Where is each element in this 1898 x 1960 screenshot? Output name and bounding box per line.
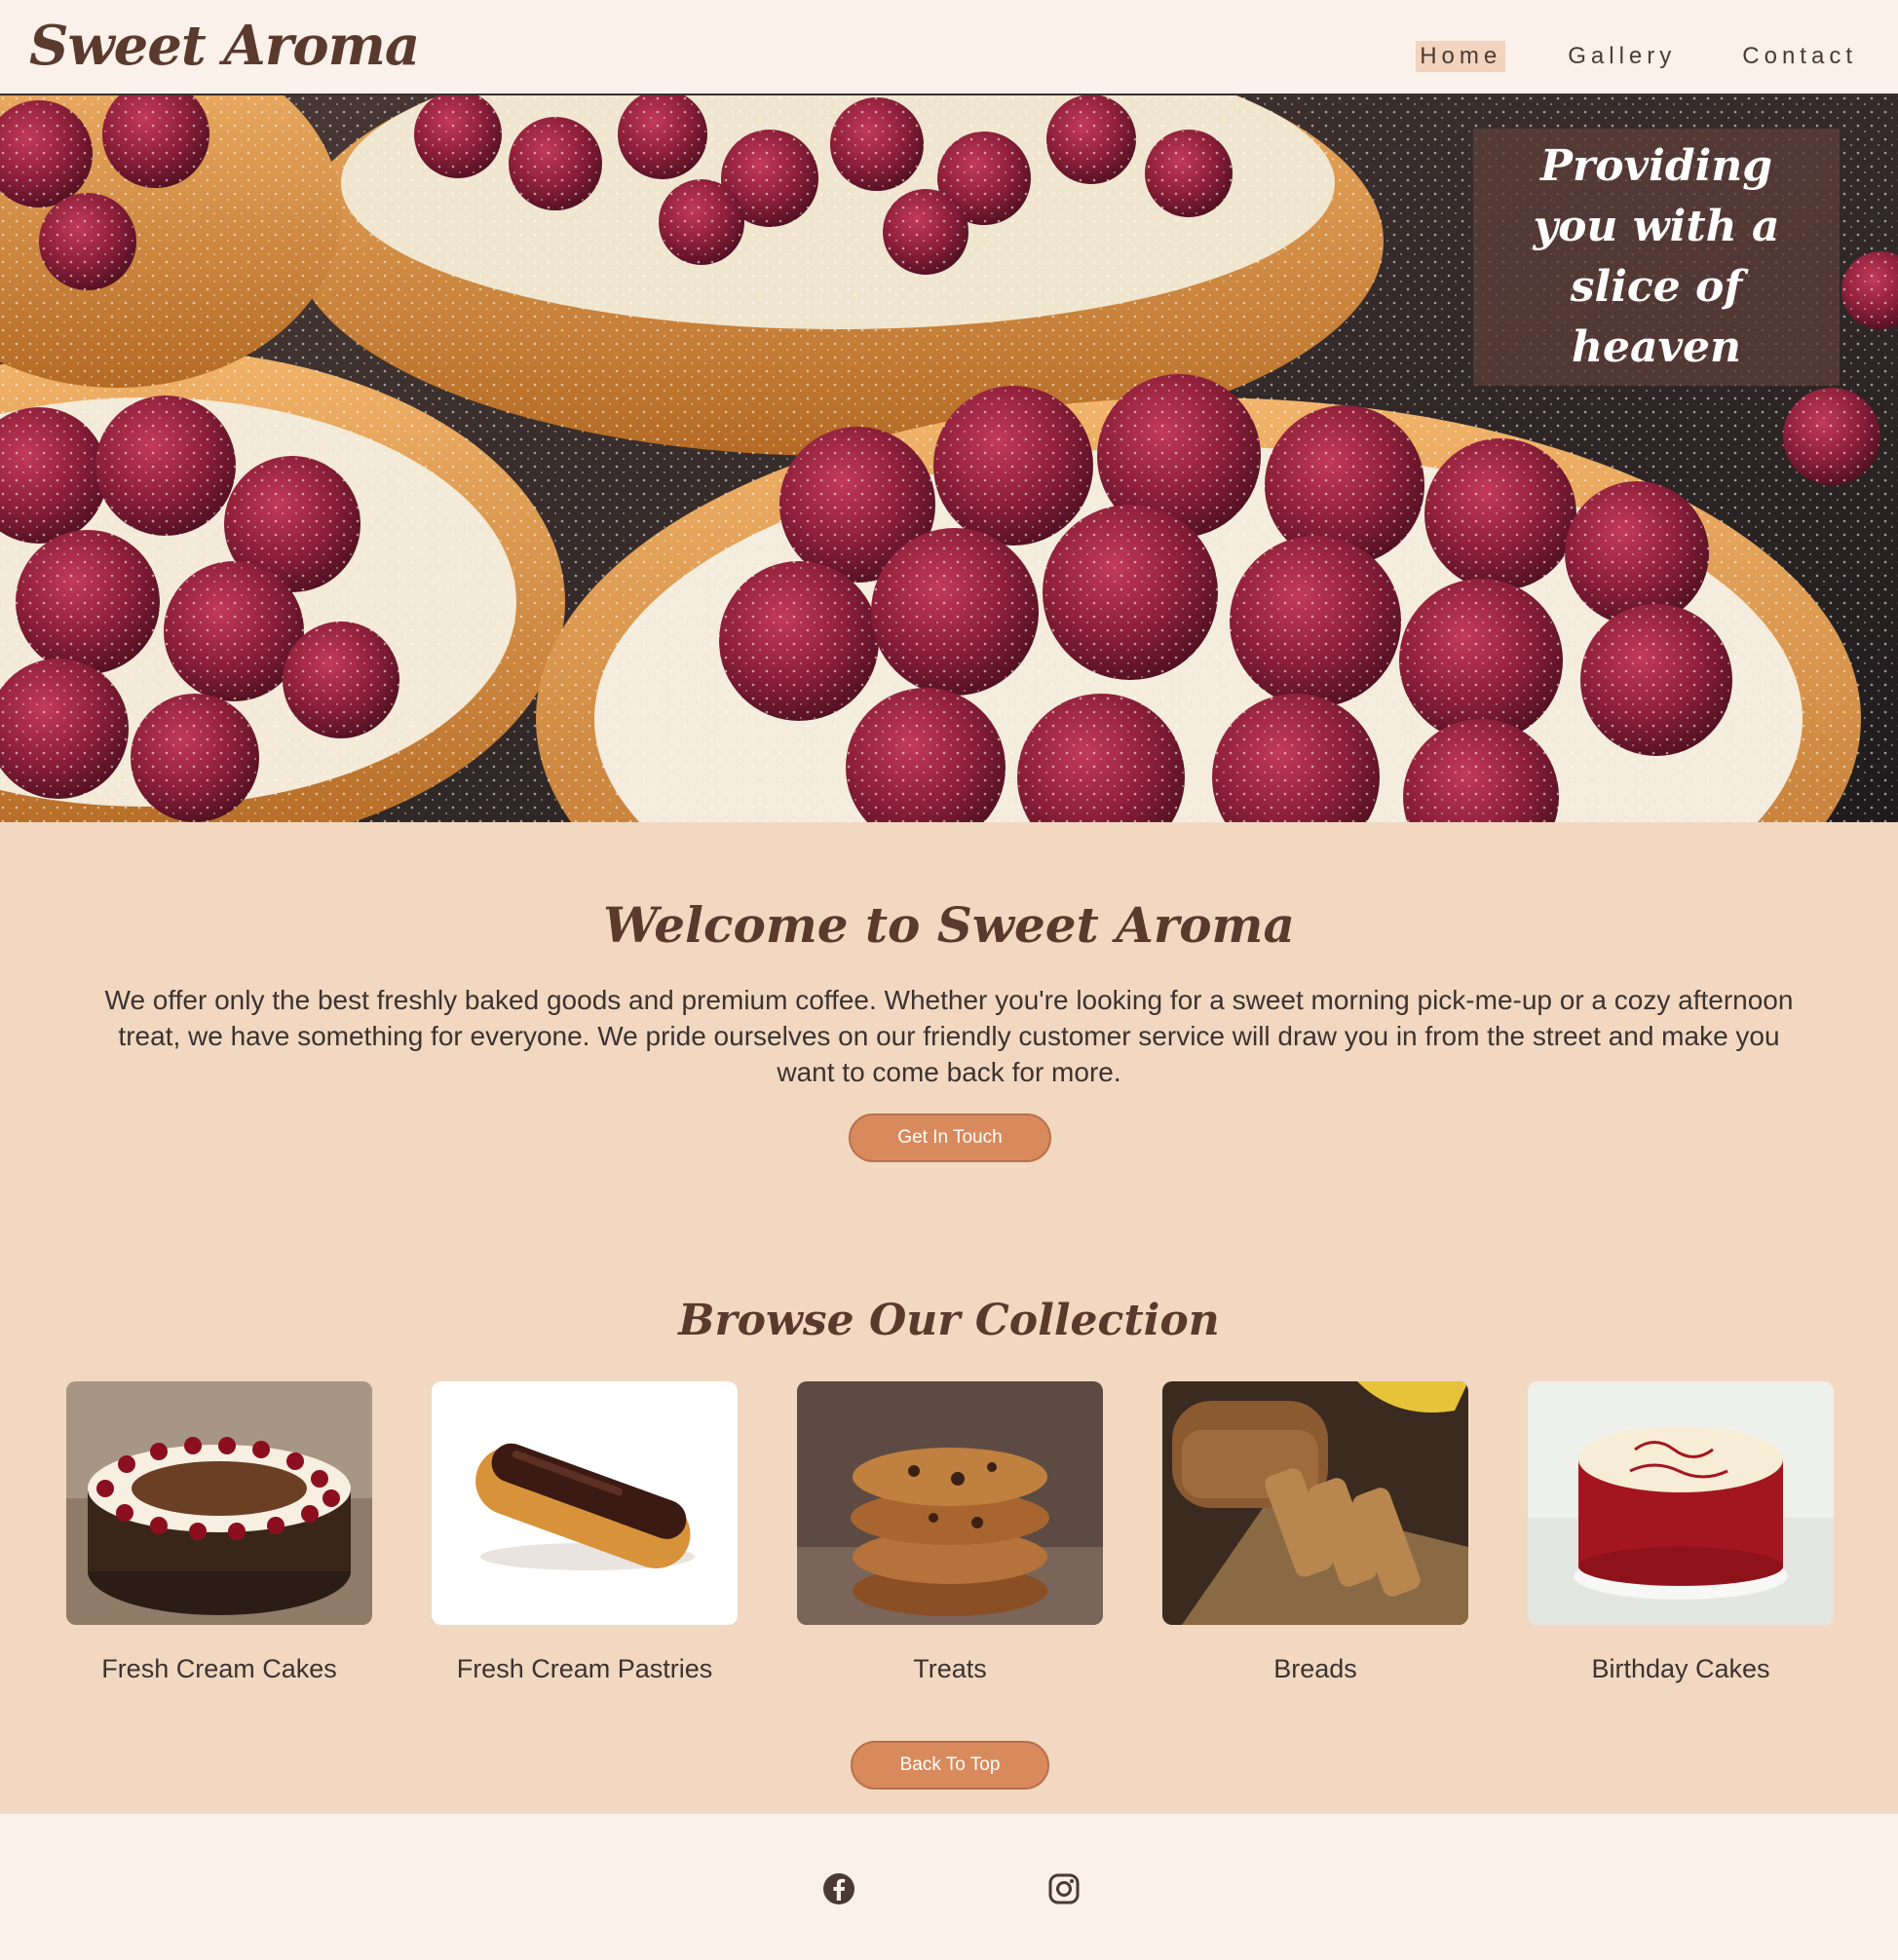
collection-item-fresh-cream-cakes[interactable]: Fresh Cream Cakes (66, 1381, 372, 1684)
hero-banner: Providing you with a slice of heaven (0, 95, 1898, 822)
site-logo[interactable]: Sweet Aroma (29, 14, 420, 78)
collection-item-label: Fresh Cream Pastries (456, 1654, 713, 1683)
welcome-title: Welcome to Sweet Aroma (603, 896, 1295, 954)
collection-item-label: Treats (913, 1654, 987, 1683)
collection-item-label: Fresh Cream Cakes (101, 1654, 337, 1683)
collection-title: Browse Our Collection (678, 1296, 1220, 1345)
facebook-icon[interactable] (820, 1870, 857, 1907)
collection-item-breads[interactable]: Breads (1162, 1381, 1468, 1684)
birthday-cake-image[interactable] (1528, 1381, 1834, 1625)
nav-contact-link[interactable]: Contact (1738, 41, 1861, 72)
back-to-top-button[interactable]: Back To Top (851, 1741, 1049, 1790)
site-header: Sweet Aroma Home Gallery Contact (0, 0, 1898, 95)
main-nav: Home Gallery Contact (1416, 41, 1861, 72)
collection-item-birthday-cakes[interactable]: Birthday Cakes (1528, 1381, 1834, 1684)
collection-item-treats[interactable]: Treats (797, 1381, 1103, 1684)
get-in-touch-button[interactable]: Get In Touch (849, 1113, 1051, 1162)
nav-home-link[interactable]: Home (1416, 41, 1506, 72)
collection-item-label: Breads (1273, 1654, 1357, 1683)
welcome-text: We offer only the best freshly baked goo… (104, 985, 1794, 1087)
cookies-image[interactable] (797, 1381, 1103, 1625)
banana-bread-image[interactable] (1162, 1381, 1468, 1625)
eclair-image[interactable] (432, 1381, 738, 1625)
fresh-cream-cake-image[interactable] (66, 1381, 372, 1625)
instagram-icon[interactable] (1045, 1870, 1082, 1907)
nav-gallery-link[interactable]: Gallery (1564, 41, 1680, 72)
collection-item-fresh-cream-pastries[interactable]: Fresh Cream Pastries (432, 1381, 738, 1684)
hero-tagline-box: Providing you with a slice of heaven (1473, 129, 1840, 386)
hero-tagline: Providing you with a slice of heaven (1533, 141, 1780, 372)
collection-item-label: Birthday Cakes (1591, 1654, 1770, 1683)
site-footer (0, 1814, 1898, 1960)
